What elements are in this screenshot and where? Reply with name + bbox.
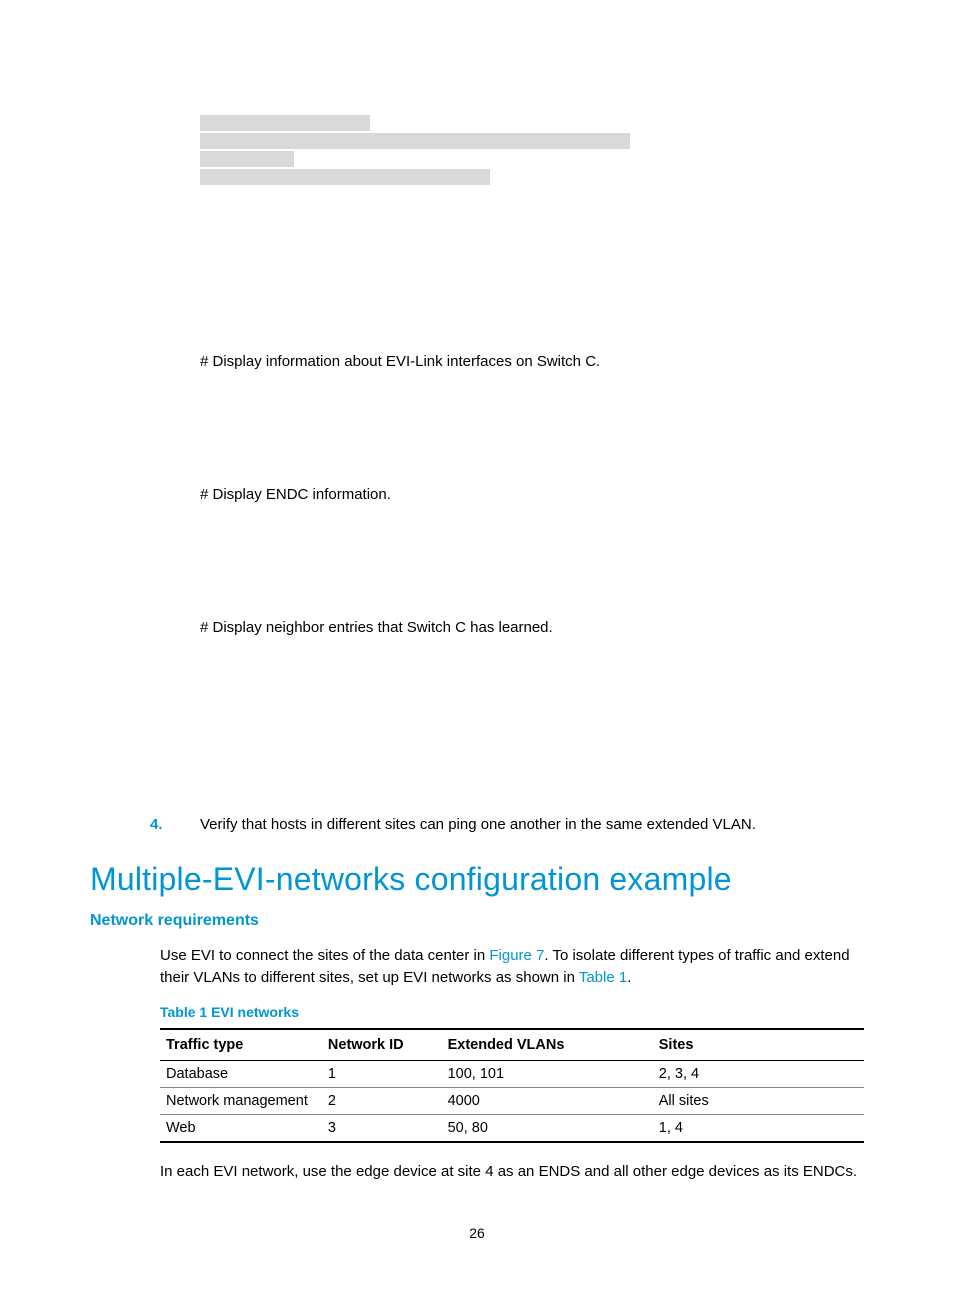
step-number: 4.	[150, 816, 200, 833]
figure-7-link[interactable]: Figure 7	[489, 947, 544, 964]
command-text-3: # Display neighbor entries that Switch C…	[200, 617, 864, 638]
intro-text-1: Use EVI to connect the sites of the data…	[160, 947, 489, 964]
table-row: Network management 2 4000 All sites	[160, 1087, 864, 1114]
cell-traffic: Database	[160, 1060, 322, 1087]
table-row: Web 3 50, 80 1, 4	[160, 1114, 864, 1142]
th-vlans: Extended VLANs	[442, 1029, 653, 1061]
step-4: 4. Verify that hosts in different sites …	[90, 816, 864, 833]
footnote-text: In each EVI network, use the edge device…	[160, 1161, 864, 1183]
command-text-2: # Display ENDC information.	[200, 484, 864, 505]
evi-networks-table: Traffic type Network ID Extended VLANs S…	[160, 1028, 864, 1143]
cell-netid: 1	[322, 1060, 442, 1087]
intro-paragraph: Use EVI to connect the sites of the data…	[160, 945, 864, 989]
cell-sites: 2, 3, 4	[653, 1060, 864, 1087]
th-traffic: Traffic type	[160, 1029, 322, 1061]
cell-traffic: Network management	[160, 1087, 322, 1114]
page: # Display information about EVI-Link int…	[0, 0, 954, 1296]
section-heading: Multiple-EVI-networks configuration exam…	[90, 861, 864, 898]
cell-vlans: 50, 80	[442, 1114, 653, 1142]
command-text-1: # Display information about EVI-Link int…	[200, 351, 864, 372]
cell-netid: 2	[322, 1087, 442, 1114]
cell-sites: 1, 4	[653, 1114, 864, 1142]
th-sites: Sites	[653, 1029, 864, 1061]
th-netid: Network ID	[322, 1029, 442, 1061]
redacted-code-block	[200, 115, 864, 185]
cell-sites: All sites	[653, 1087, 864, 1114]
cell-netid: 3	[322, 1114, 442, 1142]
table-1-link[interactable]: Table 1	[579, 969, 627, 986]
intro-text-3: .	[627, 969, 631, 986]
cell-traffic: Web	[160, 1114, 322, 1142]
cell-vlans: 100, 101	[442, 1060, 653, 1087]
table-header-row: Traffic type Network ID Extended VLANs S…	[160, 1029, 864, 1061]
table-caption: Table 1 EVI networks	[160, 1004, 864, 1020]
table-row: Database 1 100, 101 2, 3, 4	[160, 1060, 864, 1087]
page-number: 26	[0, 1225, 954, 1241]
cell-vlans: 4000	[442, 1087, 653, 1114]
subsection-heading: Network requirements	[90, 912, 864, 930]
step-text: Verify that hosts in different sites can…	[200, 816, 864, 833]
